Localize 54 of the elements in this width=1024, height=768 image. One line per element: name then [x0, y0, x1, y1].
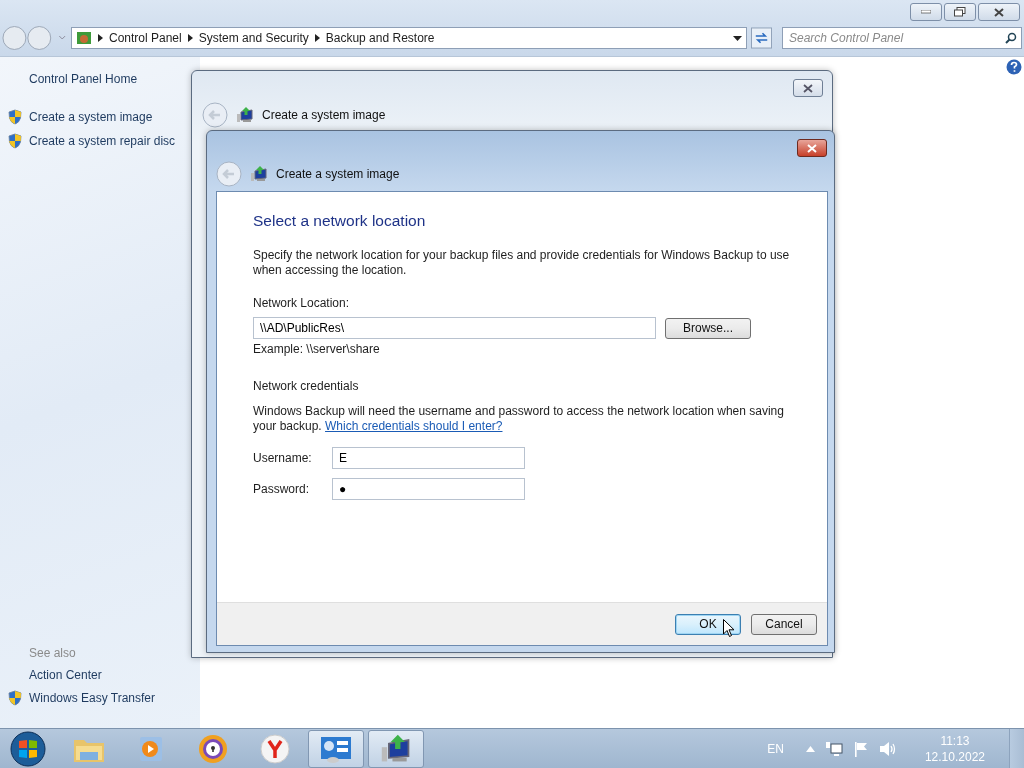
- cursor-icon: [723, 619, 735, 638]
- field-label: Password:: [253, 481, 308, 497]
- help-icon[interactable]: [1006, 59, 1022, 75]
- browser-icon[interactable]: [259, 732, 291, 765]
- close-button[interactable]: [978, 3, 1020, 21]
- computer-backup-icon: [250, 165, 268, 183]
- browser-icon[interactable]: [197, 732, 229, 765]
- input-field[interactable]: E: [332, 447, 525, 469]
- close-button[interactable]: [793, 79, 823, 97]
- section-heading: Network credentials: [253, 379, 360, 394]
- computer-backup-icon: [236, 106, 254, 124]
- input-field[interactable]: \\AD\PublicRes\: [253, 317, 656, 339]
- description-text: Specify the network location for your backup files and provide credentials for Windows Backup to use when accessing the location.: [253, 248, 791, 278]
- close-icon: [803, 83, 813, 93]
- close-button[interactable]: [797, 139, 827, 157]
- taskbar-button[interactable]: [308, 729, 364, 768]
- restore-icon: [954, 7, 966, 17]
- search-field[interactable]: Search Control Panel: [782, 27, 1022, 49]
- help-link[interactable]: Which credentials should I enter?: [325, 419, 503, 433]
- sidebar-link[interactable]: Create a system image: [29, 109, 153, 125]
- password-field[interactable]: ●: [332, 478, 525, 500]
- hint-text: Example: \\server\share: [253, 342, 381, 357]
- chevron-icon: [314, 34, 320, 42]
- field-label: Network Location:: [253, 296, 351, 311]
- window-title: Create a system image: [276, 167, 400, 181]
- sidebar-link[interactable]: Create a system repair disc: [29, 133, 176, 149]
- refresh-icon[interactable]: [751, 27, 772, 49]
- browse-button[interactable]: Browse...: [665, 317, 751, 339]
- cancel-button[interactable]: Cancel: [751, 613, 817, 635]
- network-icon[interactable]: [824, 740, 843, 757]
- breadcrumb-link[interactable]: Control Panel: [109, 31, 182, 45]
- shield-icon: [8, 690, 22, 706]
- sidebar-link[interactable]: Action Center: [29, 667, 102, 683]
- page-heading: Select a network location: [253, 213, 427, 228]
- ok-button[interactable]: OK: [675, 613, 741, 635]
- search-icon: [1005, 32, 1017, 44]
- restore-button[interactable]: [944, 3, 976, 21]
- sidebar-link[interactable]: Windows Easy Transfer: [29, 690, 156, 706]
- breadcrumb-link[interactable]: System and Security: [198, 31, 309, 45]
- taskbar-button[interactable]: [368, 729, 424, 768]
- section-heading: See also: [28, 646, 77, 660]
- close-icon: [994, 7, 1004, 17]
- dropdown-arrow-icon[interactable]: [733, 35, 742, 41]
- chevron-icon: [98, 34, 103, 42]
- chevron-icon: [187, 34, 193, 42]
- shield-icon: [8, 133, 22, 149]
- shield-icon: [8, 109, 22, 125]
- breadcrumb-link[interactable]: Backup and Restore: [325, 31, 435, 45]
- window-title: Create a system image: [262, 108, 386, 122]
- minimize-icon: [921, 10, 931, 14]
- sidebar-link[interactable]: Control Panel Home: [29, 71, 138, 87]
- address-bar[interactable]: Control Panel System and Security Backup and Restore: [71, 27, 747, 49]
- description-text: Windows Backup will need the username and password to access the network location when saving your backup. Which credentials should I enter?: [253, 404, 785, 434]
- close-icon: [807, 143, 817, 153]
